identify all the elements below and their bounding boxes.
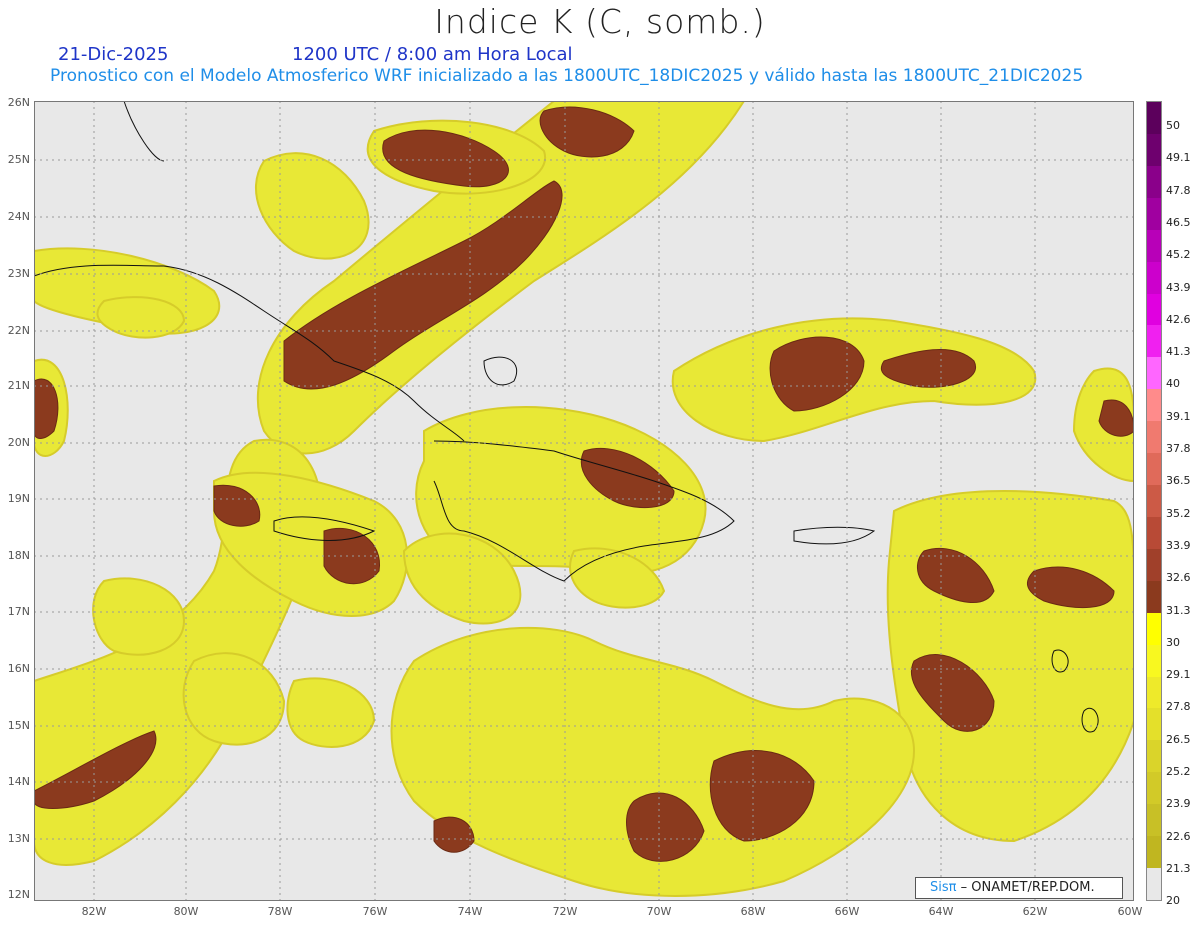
credit-box: Sisπ – ONAMET/REP.DOM.	[915, 877, 1123, 899]
colorbar-label: 47.8	[1166, 183, 1191, 197]
lat-label: 20N	[7, 436, 30, 449]
lat-label: 26N	[7, 96, 30, 109]
lat-label: 18N	[7, 549, 30, 562]
forecast-time: 1200 UTC / 8:00 am Hora Local	[292, 44, 573, 65]
lon-label: 60W	[1117, 905, 1143, 918]
k-index-map	[34, 101, 1134, 901]
colorbar-label: 46.5	[1166, 215, 1191, 229]
colorbar-swatch	[1147, 804, 1161, 837]
lon-label: 78W	[267, 905, 293, 918]
colorbar-swatch	[1147, 389, 1161, 422]
credit-text: – ONAMET/REP.DOM.	[956, 880, 1095, 895]
colorbar-swatch	[1147, 644, 1161, 678]
colorbar-label: 41.3	[1166, 345, 1191, 359]
colorbar-label: 33.9	[1166, 538, 1191, 552]
colorbar-label: 43.9	[1166, 280, 1191, 294]
colorbar-label: 42.6	[1166, 312, 1191, 326]
lat-label: 17N	[7, 605, 30, 618]
lat-label: 14N	[7, 775, 30, 788]
colorbar-swatch	[1147, 197, 1161, 231]
colorbar-label: 50	[1166, 119, 1180, 132]
colorbar-swatch	[1147, 165, 1161, 199]
colorbar-swatch	[1147, 229, 1161, 263]
lat-label: 16N	[7, 662, 30, 675]
colorbar-label: 31.3	[1166, 603, 1191, 617]
colorbar-label: 29.1	[1166, 668, 1191, 682]
model-subtitle: Pronostico con el Modelo Atmosferico WRF…	[50, 66, 1084, 86]
colorbar-label: 20	[1166, 894, 1180, 908]
lat-label: 13N	[7, 832, 30, 845]
colorbar-swatch	[1147, 133, 1161, 167]
colorbar-swatch	[1147, 261, 1161, 294]
colorbar-swatch	[1147, 836, 1161, 869]
lat-label: 12N	[7, 888, 30, 901]
colorbar-swatch	[1147, 421, 1161, 454]
colorbar	[1146, 101, 1162, 901]
forecast-date: 21-Dic-2025	[58, 44, 169, 65]
colorbar-label: 45.2	[1166, 248, 1191, 262]
colorbar-label: 32.6	[1166, 571, 1191, 585]
colorbar-label: 49.1	[1166, 151, 1191, 165]
lat-label: 19N	[7, 492, 30, 505]
colorbar-swatch	[1147, 612, 1161, 646]
lon-label: 70W	[646, 905, 672, 918]
colorbar-swatch	[1147, 548, 1161, 582]
sispi-logo-text: Sisπ	[930, 880, 957, 895]
colorbar-swatch	[1147, 868, 1161, 901]
lon-label: 80W	[173, 905, 199, 918]
lon-label: 66W	[834, 905, 860, 918]
lon-label: 68W	[740, 905, 766, 918]
lon-label: 76W	[362, 905, 388, 918]
colorbar-swatch	[1147, 325, 1161, 358]
map-title: Indice K (C, somb.)	[434, 2, 766, 41]
lat-label: 24N	[7, 210, 30, 223]
lon-label: 62W	[1022, 905, 1048, 918]
colorbar-label: 25.2	[1166, 765, 1191, 778]
colorbar-label: 30	[1166, 635, 1180, 649]
colorbar-swatch	[1147, 676, 1161, 709]
colorbar-label: 39.1	[1166, 409, 1191, 423]
colorbar-label: 23.9	[1166, 797, 1191, 811]
lon-label: 72W	[552, 905, 578, 918]
lat-label: 22N	[7, 324, 30, 337]
lon-label: 74W	[457, 905, 483, 918]
colorbar-swatch	[1147, 102, 1161, 135]
lat-label: 25N	[7, 153, 30, 166]
colorbar-label: 40	[1166, 377, 1180, 391]
colorbar-label: 37.8	[1166, 442, 1191, 455]
colorbar-swatch	[1147, 772, 1161, 805]
lon-label: 82W	[81, 905, 107, 918]
lon-label: 64W	[928, 905, 954, 918]
colorbar-label: 21.3	[1166, 861, 1191, 875]
colorbar-label: 36.5	[1166, 474, 1191, 488]
colorbar-swatch	[1147, 740, 1161, 773]
colorbar-swatch	[1147, 580, 1161, 614]
lat-label: 23N	[7, 267, 30, 280]
colorbar-swatch	[1147, 708, 1161, 741]
colorbar-swatch	[1147, 357, 1161, 390]
colorbar-swatch	[1147, 293, 1161, 326]
colorbar-label: 22.6	[1166, 829, 1191, 843]
colorbar-swatch	[1147, 453, 1161, 486]
colorbar-label: 27.8	[1166, 700, 1191, 714]
colorbar-label: 35.2	[1166, 506, 1191, 520]
colorbar-swatch	[1147, 485, 1161, 518]
lat-label: 21N	[7, 379, 30, 392]
colorbar-swatch	[1147, 516, 1161, 550]
lat-label: 15N	[7, 719, 30, 732]
colorbar-label: 26.5	[1166, 732, 1191, 746]
